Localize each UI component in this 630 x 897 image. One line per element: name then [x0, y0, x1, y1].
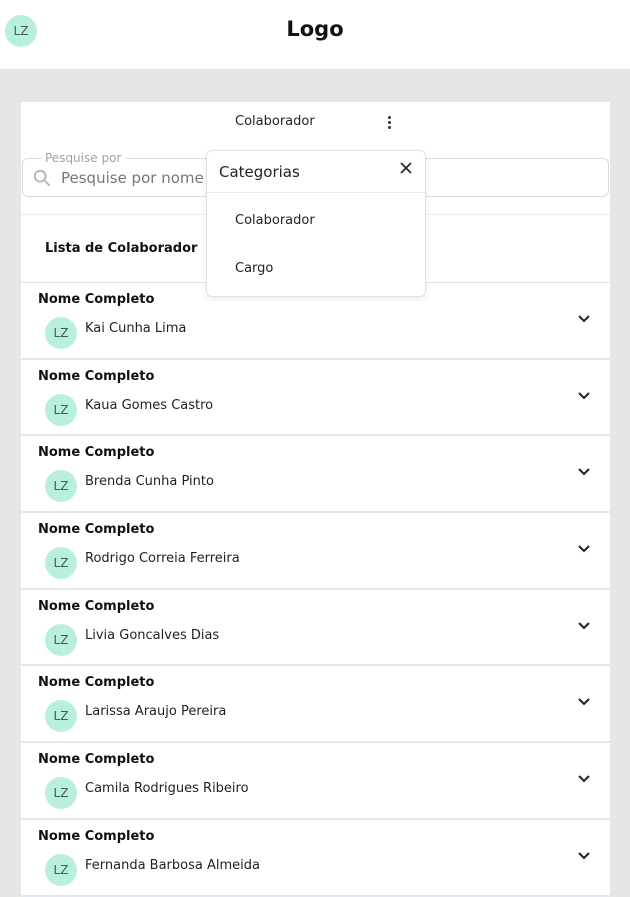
avatar: LZ [45, 547, 77, 580]
row-label: Nome Completo [38, 675, 155, 691]
row-name: Brenda Cunha Pinto [85, 474, 214, 490]
chevron-down-icon[interactable] [577, 467, 591, 477]
chevron-down-icon[interactable] [577, 697, 591, 707]
row-label: Nome Completo [38, 368, 155, 384]
search-icon [33, 169, 51, 187]
avatar: LZ [45, 700, 77, 733]
chevron-down-icon[interactable] [577, 774, 591, 784]
row-name: Fernanda Barbosa Almeida [85, 857, 260, 873]
list-item[interactable]: Nome Completo LZ Larissa Araujo Pereira [21, 666, 610, 744]
list-item[interactable]: Nome Completo LZ Brenda Cunha Pinto [21, 436, 610, 514]
row-name: Livia Goncalves Dias [85, 627, 220, 643]
row-label: Nome Completo [38, 752, 155, 768]
row-name: Camila Rodrigues Ribeiro [85, 781, 249, 797]
list-item[interactable]: Nome Completo LZ Fernanda Barbosa Almeid… [21, 819, 610, 897]
chevron-down-icon[interactable] [577, 391, 591, 401]
avatar: LZ [45, 317, 77, 349]
search-legend: Pesquise por [41, 151, 126, 165]
row-label: Nome Completo [38, 828, 155, 844]
chevron-down-icon[interactable] [577, 851, 591, 861]
avatar: LZ [45, 470, 77, 503]
row-name: Rodrigo Correia Ferreira [85, 551, 240, 567]
row-name: Kaua Gomes Castro [85, 397, 214, 413]
chevron-down-icon[interactable] [577, 544, 591, 554]
close-icon[interactable] [399, 161, 413, 175]
categories-dropdown: Categorias Colaborador Cargo [206, 150, 426, 297]
list-item[interactable]: Nome Completo LZ Livia Goncalves Dias [21, 589, 610, 667]
row-name: Kai Cunha Lima [85, 321, 187, 336]
list-item[interactable]: Nome Completo LZ Kaua Gomes Castro [21, 359, 610, 437]
dropdown-header: Categorias [207, 151, 425, 193]
chevron-down-icon[interactable] [577, 621, 591, 631]
row-label: Nome Completo [38, 445, 155, 461]
collaborator-list: Nome Completo LZ Kai Cunha Lima Nome Com… [21, 283, 610, 897]
list-item[interactable]: Nome Completo LZ Rodrigo Correia Ferreir… [21, 513, 610, 590]
logo[interactable]: Logo [0, 17, 630, 41]
row-label: Nome Completo [38, 598, 155, 614]
avatar: LZ [45, 393, 77, 426]
dropdown-title: Categorias [219, 163, 300, 181]
avatar: LZ [45, 853, 77, 886]
dropdown-item-cargo[interactable]: Cargo [235, 261, 273, 276]
list-title: Lista de Colaborador [45, 241, 198, 256]
chevron-down-icon[interactable] [577, 314, 591, 324]
row-label: Nome Completo [38, 522, 155, 538]
row-label: Nome Completo [38, 292, 155, 307]
top-bar: LZ Logo [0, 0, 630, 69]
list-item[interactable]: Nome Completo LZ Camila Rodrigues Ribeir… [21, 743, 610, 820]
dropdown-item-colaborador[interactable]: Colaborador [235, 213, 315, 228]
category-selector[interactable]: Colaborador [235, 114, 315, 129]
kebab-menu-icon[interactable] [383, 114, 395, 130]
avatar: LZ [45, 623, 77, 656]
row-name: Larissa Araujo Pereira [85, 704, 227, 720]
avatar: LZ [45, 777, 77, 810]
